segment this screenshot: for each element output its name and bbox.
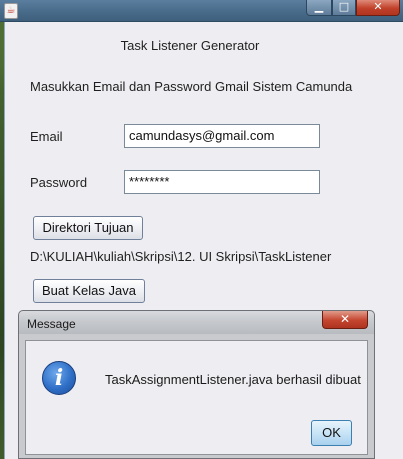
dialog-body: i TaskAssignmentListener.java berhasil d… xyxy=(18,334,375,459)
maximize-button[interactable]: □ xyxy=(332,0,356,16)
password-field[interactable]: ******** xyxy=(124,170,320,194)
java-cup-icon: ☕ xyxy=(4,3,18,19)
app-title: Task Listener Generator xyxy=(120,38,260,53)
email-field[interactable]: camundasys@gmail.com xyxy=(124,124,320,148)
message-dialog: Message ✕ i TaskAssignmentListener.java … xyxy=(18,310,375,459)
create-java-class-button[interactable]: Buat Kelas Java xyxy=(33,279,145,303)
ok-button[interactable]: OK xyxy=(311,420,352,446)
dialog-title: Message xyxy=(27,317,76,331)
password-label: Password xyxy=(30,175,88,190)
dialog-content: i TaskAssignmentListener.java berhasil d… xyxy=(25,340,368,455)
directory-path-text: D:\KULIAH\kuliah\Skripsi\12. UI Skripsi\… xyxy=(30,249,332,264)
minimize-button[interactable]: ▁ xyxy=(306,0,332,16)
info-icon: i xyxy=(42,361,76,395)
dialog-close-button[interactable]: ✕ xyxy=(322,311,368,329)
close-button[interactable]: ✕ xyxy=(356,0,400,16)
window-titlebar[interactable]: ☕ ▁ □ ✕ xyxy=(0,0,403,22)
email-label: Email xyxy=(30,129,63,144)
directory-button[interactable]: Direktori Tujuan xyxy=(33,216,143,240)
instruction-text: Masukkan Email dan Password Gmail Sistem… xyxy=(30,79,353,94)
dialog-message: TaskAssignmentListener.java berhasil dib… xyxy=(105,372,361,387)
dialog-titlebar[interactable]: Message ✕ xyxy=(18,310,375,334)
